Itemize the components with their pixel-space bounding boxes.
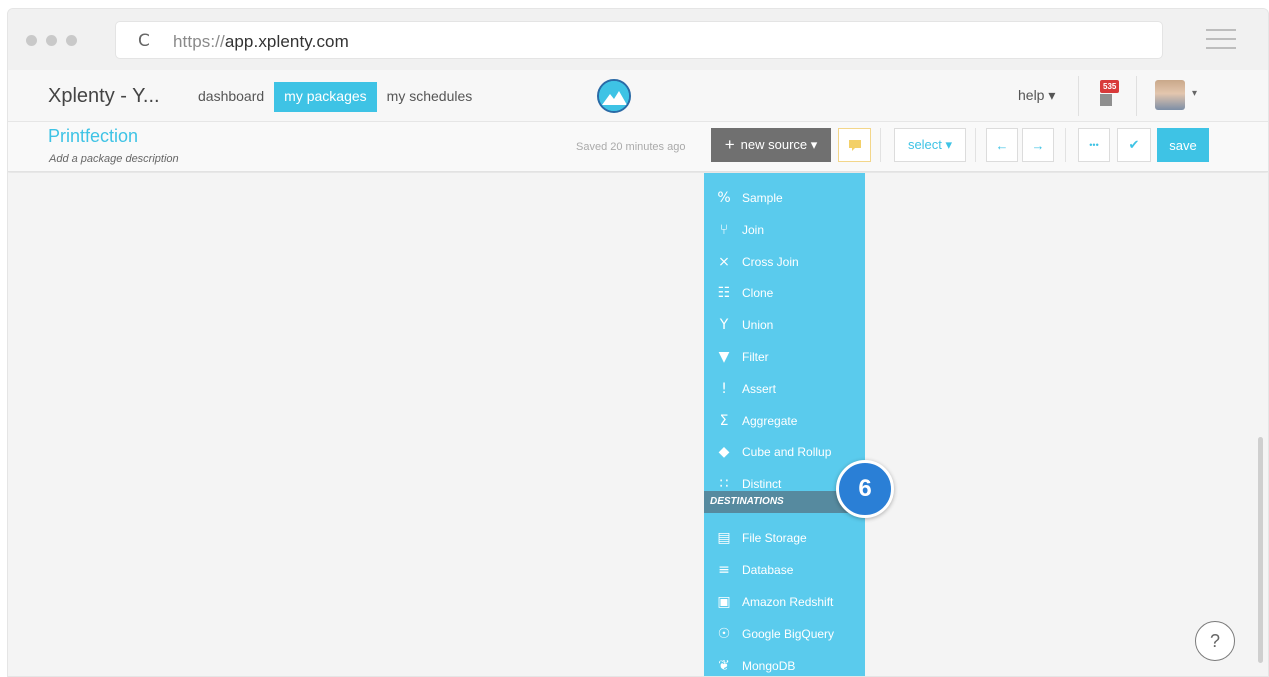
avatar-caret-icon[interactable]: ▾	[1192, 88, 1197, 99]
dropdown-item-label: Join	[742, 222, 765, 237]
note-button[interactable]	[838, 128, 871, 162]
clone-icon: ☷	[717, 285, 731, 302]
dropdown-item-label: Clone	[742, 286, 774, 301]
maximize-window-dot[interactable]	[66, 35, 77, 46]
avatar[interactable]	[1155, 80, 1185, 110]
cross-join-icon: ⨯	[718, 253, 730, 270]
package-description[interactable]: Add a package description	[49, 153, 179, 165]
union-icon: Y	[719, 317, 729, 334]
dropdown-item[interactable]: ▼ Filter	[704, 341, 865, 373]
url-text[interactable]: https://app.xplenty.com	[173, 32, 349, 52]
scrollbar[interactable]	[1258, 437, 1263, 663]
dropdown-item-label: Aggregate	[742, 413, 798, 428]
divider	[880, 128, 881, 162]
package-canvas[interactable]	[8, 173, 1268, 676]
new-source-label: new source ▾	[740, 137, 818, 152]
sample-icon: %	[717, 190, 731, 206]
dropdown-item[interactable]: ▣ Amazon Redshift	[704, 586, 865, 618]
step-marker: 6	[836, 460, 894, 518]
url-host: app.xplenty.com	[224, 32, 349, 51]
check-circle-icon: ✔	[1128, 137, 1140, 152]
save-button[interactable]: save	[1157, 128, 1209, 162]
nav-dashboard[interactable]: dashboard	[188, 82, 274, 112]
package-toolbar: Printfection Add a package description S…	[8, 122, 1268, 172]
validate-button[interactable]: ✔	[1117, 128, 1151, 162]
new-source-dropdown: DESTINATIONS % Sample ⑂ Join ⨯ Cross Join ☷ Clo…	[704, 173, 865, 676]
dropdown-item[interactable]: ❦ MongoDB	[704, 650, 865, 676]
dropdown-item[interactable]: ▤ File Storage	[704, 522, 865, 554]
nav-my-schedules[interactable]: my schedules	[377, 82, 483, 112]
dropdown-item[interactable]: Σ Aggregate	[704, 405, 865, 437]
dropdown-item-label: Filter	[742, 350, 769, 364]
flag-icon	[1100, 94, 1112, 106]
divider	[1136, 76, 1137, 116]
help-menu[interactable]: help ▾	[1018, 87, 1055, 104]
bigquery-icon: ☉	[717, 626, 731, 642]
dropdown-item[interactable]: ◆ Cube and Rollup	[704, 436, 865, 468]
dropdown-item[interactable]: ☉ Google BigQuery	[704, 618, 865, 650]
plus-icon: +	[724, 135, 735, 154]
close-window-dot[interactable]	[26, 35, 37, 46]
browser-window: C https://app.xplenty.com Xplenty - Y...…	[7, 8, 1269, 677]
dropdown-item-label: Union	[742, 318, 774, 333]
address-bar[interactable]: C https://app.xplenty.com	[115, 21, 1163, 59]
dropdown-item-label: Database	[742, 563, 794, 577]
dropdown-item[interactable]: % Sample	[704, 182, 865, 214]
browser-menu-icon[interactable]	[1206, 29, 1236, 49]
help-button[interactable]: ?	[1195, 621, 1235, 661]
notification-badge: 535	[1100, 80, 1120, 93]
database-icon: ≡	[718, 562, 730, 578]
join-icon: ⑂	[719, 221, 729, 238]
account-name[interactable]: Xplenty - Y...	[48, 85, 160, 108]
divider	[1078, 76, 1079, 116]
dropdown-item[interactable]: ☷ Clone	[704, 277, 865, 309]
more-button[interactable]: •••	[1078, 128, 1110, 162]
minimize-window-dot[interactable]	[46, 35, 57, 46]
reload-icon[interactable]: C	[138, 31, 150, 51]
browser-chrome: C https://app.xplenty.com	[8, 9, 1268, 70]
dropdown-item-label: File Storage	[742, 531, 807, 545]
redo-icon: →	[1031, 137, 1045, 153]
redshift-icon: ▣	[717, 594, 731, 610]
dropdown-item-label: Amazon Redshift	[742, 595, 834, 609]
dropdown-item-label: Distinct	[742, 477, 782, 492]
aggregate-icon: Σ	[719, 412, 729, 429]
dropdown-item-label: Cross Join	[742, 254, 799, 269]
dropdown-item[interactable]: ⨯ Cross Join	[704, 246, 865, 278]
nav-my-packages[interactable]: my packages	[274, 82, 377, 112]
xplenty-logo[interactable]	[597, 79, 631, 113]
assert-icon: !	[721, 380, 727, 397]
notifications-icon[interactable]: 535	[1096, 80, 1120, 108]
dropdown-item-label: Sample	[742, 191, 783, 205]
undo-icon: ←	[995, 137, 1009, 153]
select-button[interactable]: select ▾	[894, 128, 966, 162]
saved-status: Saved 20 minutes ago	[576, 141, 686, 153]
dropdown-item[interactable]: ≡ Database	[704, 554, 865, 586]
distinct-icon: ∷	[719, 476, 729, 493]
undo-button[interactable]: ←	[986, 128, 1018, 162]
dropdown-item[interactable]: ! Assert	[704, 373, 865, 405]
new-source-button[interactable]: + new source ▾	[711, 128, 831, 162]
filter-icon: ▼	[718, 349, 730, 365]
main-nav: dashboard my packages my schedules	[188, 82, 482, 112]
redo-button[interactable]: →	[1022, 128, 1054, 162]
dropdown-item-label: Cube and Rollup	[742, 445, 832, 460]
window-controls	[26, 35, 77, 46]
cube-icon: ◆	[718, 444, 730, 461]
divider	[1065, 128, 1066, 162]
folder-icon: ▤	[717, 530, 731, 546]
dropdown-item[interactable]: Y Union	[704, 309, 865, 341]
url-protocol: https://	[173, 32, 225, 51]
more-icon: •••	[1089, 140, 1099, 150]
divider	[975, 128, 976, 162]
app-header: Xplenty - Y... dashboard my packages my …	[8, 70, 1268, 122]
package-title[interactable]: Printfection	[48, 126, 138, 147]
mongodb-icon: ❦	[718, 658, 730, 674]
dropdown-item-label: Assert	[742, 381, 777, 396]
dropdown-item-label: Google BigQuery	[742, 627, 835, 641]
dropdown-item-label: MongoDB	[742, 659, 796, 673]
dropdown-item[interactable]: ⑂ Join	[704, 214, 865, 246]
comment-icon	[848, 139, 861, 151]
